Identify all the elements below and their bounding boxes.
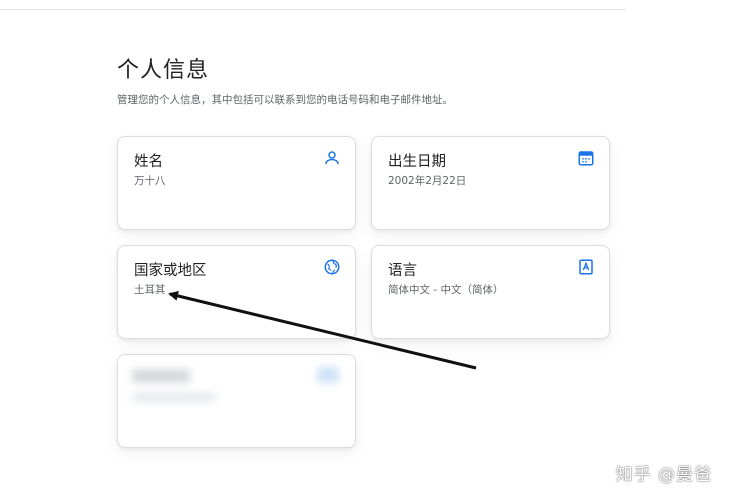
birthday-card-value: 2002年2月22日	[388, 175, 467, 187]
name-card[interactable]: 姓名 万十八	[117, 136, 356, 230]
person-icon	[325, 151, 339, 165]
globe-icon	[324, 259, 340, 275]
blurred-title	[132, 369, 190, 383]
blurred-card	[117, 354, 356, 448]
top-divider	[0, 9, 626, 10]
calendar-icon	[578, 151, 594, 166]
blurred-subtitle	[132, 393, 216, 402]
language-book-icon	[579, 259, 593, 275]
region-card[interactable]: 国家或地区 土耳其	[117, 245, 356, 339]
page-title: 个人信息	[117, 58, 210, 83]
language-card-label: 语言	[388, 263, 417, 279]
page-description: 管理您的个人信息，其中包括可以联系到您的电话号码和电子邮件地址。	[117, 94, 453, 106]
blurred-icon	[317, 367, 339, 383]
birthday-card[interactable]: 出生日期 2002年2月22日	[371, 136, 610, 230]
name-card-label: 姓名	[134, 154, 163, 170]
region-card-label: 国家或地区	[134, 263, 207, 279]
region-card-value: 土耳其	[134, 284, 166, 296]
annotation-arrow	[168, 291, 477, 370]
language-card-value: 简体中文 - 中文（简体）	[388, 284, 504, 296]
language-card[interactable]: 语言 简体中文 - 中文（简体）	[371, 245, 610, 339]
watermark: 知乎 @曼爸	[615, 465, 712, 485]
name-card-value: 万十八	[134, 175, 166, 187]
birthday-card-label: 出生日期	[388, 154, 446, 170]
